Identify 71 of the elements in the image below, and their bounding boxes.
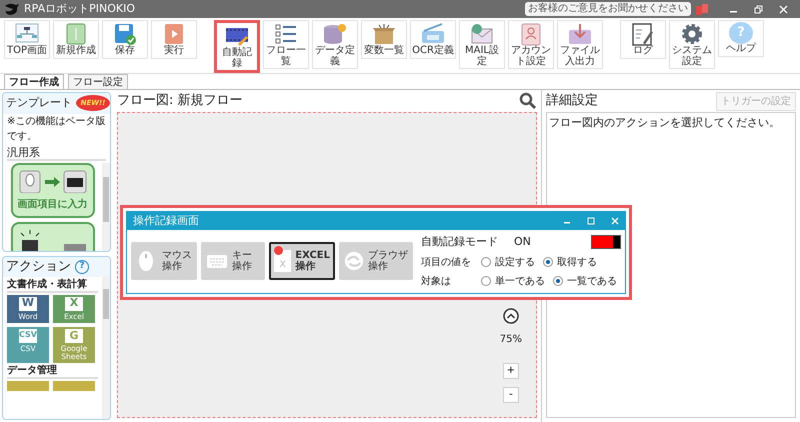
- toolbar-button[interactable]: 新規作成: [53, 20, 99, 58]
- option-label: 項目の値を: [421, 256, 472, 270]
- toolbar-button[interactable]: 自動記録: [214, 20, 260, 73]
- mouse-to-keyboard-drawing: [18, 168, 88, 193]
- tab[interactable]: フロー設定: [68, 74, 128, 89]
- option-label: 対象は: [421, 274, 452, 288]
- database-gear-icon: [322, 22, 348, 46]
- category-title: データ管理: [7, 365, 98, 380]
- auto-record-value: ON: [514, 234, 532, 250]
- scrollbar[interactable]: [102, 276, 110, 419]
- mode-button[interactable]: ブラウザ 操作: [339, 242, 413, 280]
- toolbar-button[interactable]: データ定義: [312, 20, 358, 69]
- feedback-text[interactable]: お客様のご意見をお聞かせください: [525, 2, 691, 16]
- auto-record-label: 自動記録モード: [421, 234, 498, 250]
- mode-button[interactable]: X EXCEL 操作: [269, 242, 335, 280]
- search-icon[interactable]: [519, 92, 537, 110]
- envelope-icon: [469, 22, 495, 46]
- tab[interactable]: フロー作成: [4, 74, 64, 89]
- toolbar-button[interactable]: 実行: [151, 20, 197, 58]
- close-icon[interactable]: [611, 217, 619, 225]
- toolbar-button[interactable]: ファイル入出力: [557, 20, 603, 69]
- panel-title: アクション: [6, 258, 71, 276]
- app-title: RPAロボットPINOKIO: [24, 0, 135, 17]
- close-icon[interactable]: [779, 4, 788, 14]
- toolbar-button[interactable]: ? ヘルプ: [718, 20, 764, 56]
- scrollbar[interactable]: [102, 162, 110, 251]
- radio-option[interactable]: 一覧である: [553, 274, 617, 288]
- feedback-icon[interactable]: [695, 3, 709, 15]
- zoom-up-icon[interactable]: [502, 308, 519, 324]
- toolbar-button[interactable]: システム設定: [669, 20, 715, 69]
- click-drawing: [18, 228, 88, 251]
- toggle-switch[interactable]: [591, 235, 621, 250]
- restore-icon[interactable]: [754, 4, 763, 14]
- scanner-icon: [420, 22, 446, 46]
- toolbar-button[interactable]: TOP画面: [4, 20, 50, 58]
- download-icon: [567, 22, 593, 46]
- details-title: 詳細設定: [546, 92, 598, 110]
- toolbar-button[interactable]: OCR定義: [410, 20, 456, 58]
- gear-icon: [679, 22, 705, 46]
- mode-button[interactable]: キー 操作: [201, 242, 266, 280]
- action-tile[interactable]: [53, 381, 95, 392]
- help-bubble-icon: ?: [729, 22, 753, 44]
- toolbar-button[interactable]: アカウント設定: [508, 20, 554, 69]
- zoom-out-button[interactable]: -: [502, 387, 519, 403]
- logo-icon: [4, 2, 20, 16]
- beta-note: ※この機能はベータ版です。: [6, 114, 106, 144]
- box-icon: [371, 22, 397, 46]
- floppy-disk-icon: [112, 22, 138, 46]
- dialog-title: 操作記録画面: [133, 212, 200, 229]
- toolbar-button[interactable]: 変数一覧: [361, 20, 407, 58]
- template-card[interactable]: [10, 222, 94, 251]
- mode-button[interactable]: マウス 操作: [131, 242, 197, 280]
- zoom-level: 75%: [500, 333, 522, 347]
- notepad-pencil-icon: [630, 22, 656, 46]
- flow-title: フロー図: 新規フロー: [117, 92, 243, 110]
- radio-option[interactable]: 取得する: [543, 254, 597, 270]
- details-message: フロー図内のアクションを選択してください。: [549, 115, 781, 131]
- category-title: 文書作成・表計算: [7, 278, 98, 292]
- panel-title: テンプレート: [6, 95, 72, 111]
- toolbar-button[interactable]: MAIL設定: [459, 20, 505, 69]
- recording-dot-icon: [274, 246, 284, 256]
- category-title: 汎用系: [7, 146, 106, 161]
- maximize-icon[interactable]: [587, 217, 595, 225]
- toolbar-button[interactable]: フロー一覧: [263, 20, 309, 69]
- zoom-in-button[interactable]: +: [502, 363, 519, 379]
- list-icon: [273, 22, 299, 46]
- toolbar-button[interactable]: 保存: [102, 20, 148, 58]
- document-icon: X: [274, 250, 292, 272]
- action-tile[interactable]: [7, 381, 49, 392]
- toolbar-button[interactable]: ログ: [620, 20, 666, 58]
- radio-option[interactable]: 設定する: [481, 254, 535, 270]
